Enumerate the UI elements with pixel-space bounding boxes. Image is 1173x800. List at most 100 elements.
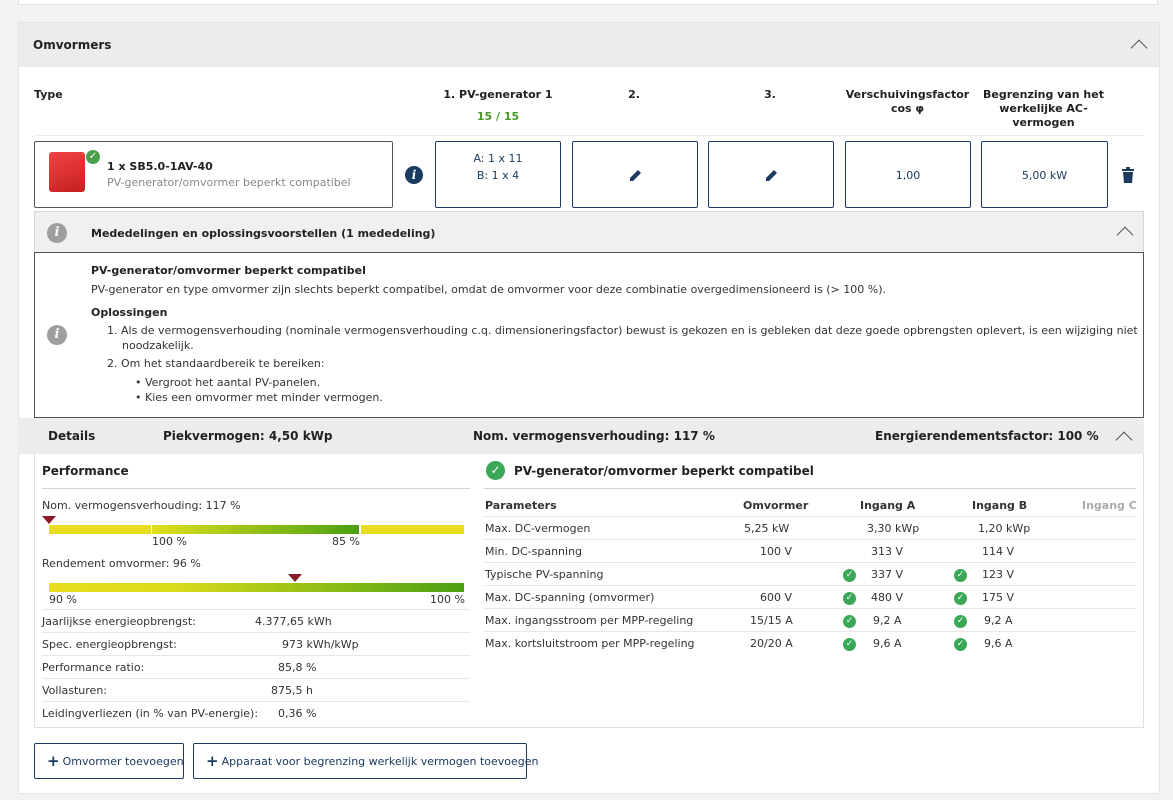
inverter-image [49, 152, 85, 192]
param-cell: Max. ingangsstroom per MPP-regeling [485, 614, 694, 627]
inverter-cell: 5,25 kW [744, 522, 790, 535]
ac-limit-field[interactable]: 5,00 kW [981, 141, 1108, 208]
add-inverter-button[interactable]: + Omvormer toevoegen [34, 743, 184, 779]
stat-value: 4.377,65 kWh [255, 615, 332, 628]
inverter-status: PV-generator/omvormer beperkt compatibel [107, 176, 351, 189]
check-icon: ✓ [954, 592, 967, 605]
solutions-title: Oplossingen [91, 306, 168, 319]
inverter-header: Omvormer [743, 499, 809, 512]
input-b-cell: 114 V [982, 545, 1015, 558]
ac-limit-value: 5,00 kW [1021, 169, 1068, 182]
pv1-config[interactable]: A: 1 x 11 B: 1 x 4 [435, 141, 561, 208]
stat-label: Performance ratio: [42, 661, 145, 674]
section-title: Omvormers [33, 38, 112, 52]
input-b-cell: 175 V [982, 591, 1015, 604]
messages-header[interactable]: i Mededelingen en oplossingsvoorstellen … [34, 211, 1144, 252]
pv2-edit-button[interactable] [572, 141, 698, 208]
input-a-cell: 3,30 kWp [867, 522, 920, 535]
message-text: PV-generator en type omvormer zijn slech… [91, 283, 887, 296]
cos-phi-value: 1,00 [895, 169, 921, 182]
details-header[interactable]: Details Piekvermogen: 4,50 kWp Nom. verm… [18, 418, 1144, 454]
input-b-cell: 1,20 kWp [978, 522, 1031, 535]
efficiency-label: Rendement omvormer: 96 % [42, 557, 201, 570]
check-icon: ✓ [954, 569, 967, 582]
param-header: Parameters [485, 499, 557, 512]
add-device-button[interactable]: + Apparaat voor begrenzing werkelijk verm… [193, 743, 539, 779]
performance-title: Performance [42, 464, 129, 478]
pencil-icon [766, 170, 777, 181]
bullet-2: • Kies een omvormer met minder vermogen. [135, 391, 383, 404]
info-icon: i [47, 325, 67, 345]
efficiency-tick-90: 90 % [49, 593, 77, 606]
pencil-icon [630, 170, 641, 181]
stat-label: Jaarlijkse energieopbrengst: [42, 615, 196, 628]
nom-ratio: Nom. vermogensverhouding: 117 % [473, 429, 715, 443]
param-cell: Max. DC-vermogen [485, 522, 591, 535]
solution-1-cont: noodzakelijk. [122, 339, 194, 352]
messages-title: Mededelingen en oplossingsvoorstellen (1… [91, 227, 436, 240]
energy-factor: Energierendementsfactor: 100 % [875, 429, 1099, 443]
compat-title: PV-generator/omvormer beperkt compatibel [514, 464, 814, 478]
input-c-header: Ingang C [1082, 499, 1137, 512]
inverter-cell: 20/20 A [750, 637, 793, 650]
input-a-cell: 337 V [871, 568, 904, 581]
input-a-cell: 9,2 A [873, 614, 902, 627]
col-pv2: 2. [628, 88, 640, 101]
chevron-up-icon[interactable] [1115, 431, 1133, 449]
inverter-cell: 100 V [760, 545, 793, 558]
stat-value: 0,36 % [278, 707, 317, 720]
input-b-cell: 9,6 A [984, 637, 1013, 650]
chevron-up-icon[interactable] [1130, 39, 1148, 57]
param-cell: Max. DC-spanning (omvormer) [485, 591, 655, 604]
col-cos-phi: Verschuivingsfactor cos φ [845, 88, 970, 115]
ratio-tick-85: 85 % [332, 535, 360, 548]
ratio-marker [42, 516, 56, 524]
input-a-cell: 480 V [871, 591, 904, 604]
ratio-tick-100: 100 % [152, 535, 187, 548]
pv1-count: 15 / 15 [476, 110, 520, 123]
compat-check-icon: ✓ [486, 461, 505, 480]
messages-body: i PV-generator/omvormer beperkt compatib… [34, 252, 1144, 418]
inverters-header[interactable]: Omvormers [19, 23, 1159, 67]
stat-value: 973 kWh/kWp [282, 638, 359, 651]
check-icon: ✓ [954, 615, 967, 628]
input-b-cell: 123 V [982, 568, 1015, 581]
col-pv1: 1. PV-generator 1 [443, 88, 553, 101]
info-icon[interactable]: i [405, 166, 423, 184]
add-inverter-label: Omvormer toevoegen [62, 755, 184, 768]
compat-table: Max. DC-vermogen 5,25 kW 3,30 kWp 1,20 k… [484, 516, 1136, 656]
plus-icon: + [206, 752, 219, 770]
input-a-cell: 9,6 A [873, 637, 902, 650]
stat-label: Spec. energieopbrengst: [42, 638, 177, 651]
details-label: Details [48, 429, 96, 443]
previous-card [18, 0, 1158, 5]
chevron-up-icon[interactable] [1116, 226, 1134, 244]
inverter-cell: 600 V [760, 591, 793, 604]
stat-label: Vollasturen: [42, 684, 107, 697]
string-b: B: 1 x 4 [476, 169, 520, 182]
cos-phi-field[interactable]: 1,00 [845, 141, 971, 208]
peak-power: Piekvermogen: 4,50 kWp [163, 429, 333, 443]
efficiency-tick-100: 100 % [430, 593, 465, 606]
check-icon: ✓ [86, 150, 100, 164]
pv3-edit-button[interactable] [708, 141, 834, 208]
stat-label: Leidingverliezen (in % van PV-energie): [42, 707, 259, 720]
solution-2: 2. Om het standaardbereik te bereiken: [107, 357, 325, 370]
trash-icon[interactable] [1121, 167, 1135, 183]
stat-value: 85,8 % [278, 661, 317, 674]
param-cell: Typische PV-spanning [485, 568, 604, 581]
inverter-card[interactable]: ✓ 1 x SB5.0-1AV-40 PV-generator/omvormer… [34, 141, 393, 208]
check-icon: ✓ [843, 615, 856, 628]
inverter-name: 1 x SB5.0-1AV-40 [107, 160, 213, 173]
bullet-1: • Vergroot het aantal PV-panelen. [135, 376, 321, 389]
param-cell: Max. kortsluitstroom per MPP-regeling [485, 637, 695, 650]
check-icon: ✓ [843, 592, 856, 605]
col-ac-limit: Begrenzing van het werkelijke AC-vermogen [983, 88, 1104, 129]
check-icon: ✓ [954, 638, 967, 651]
col-type: Type [34, 88, 63, 101]
string-a: A: 1 x 11 [473, 152, 523, 165]
efficiency-marker [288, 574, 302, 582]
message-title: PV-generator/omvormer beperkt compatibel [91, 264, 366, 277]
check-icon: ✓ [843, 638, 856, 651]
input-a-cell: 313 V [871, 545, 904, 558]
